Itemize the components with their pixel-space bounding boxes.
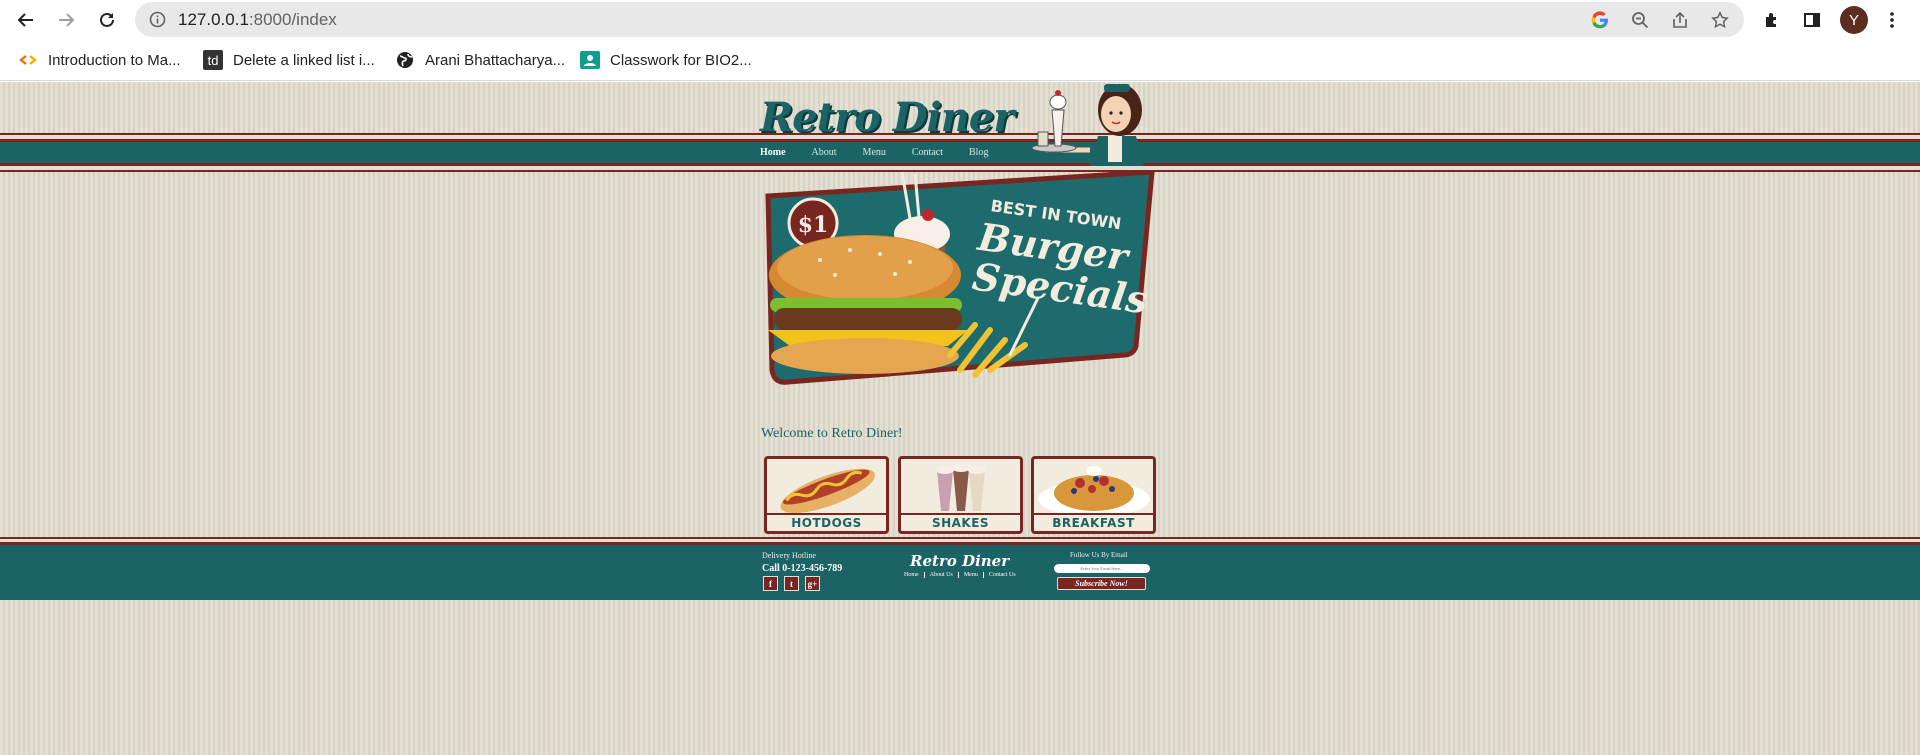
twitter-icon[interactable]: t bbox=[784, 576, 799, 591]
nav-home[interactable]: Home bbox=[760, 147, 786, 158]
bookmark-item[interactable]: td Delete a linked list i... bbox=[203, 49, 375, 71]
profile-avatar[interactable]: Y bbox=[1840, 6, 1868, 34]
reload-icon[interactable] bbox=[95, 8, 119, 32]
zoom-icon[interactable] bbox=[1630, 10, 1650, 30]
tile-label: HOTDOGS bbox=[767, 513, 886, 530]
page-content: Retro Diner Home About Menu Contact Blog… bbox=[0, 82, 1920, 755]
nav-contact[interactable]: Contact bbox=[912, 147, 943, 158]
hero-banner[interactable]: $1 BEST IN TOWN Burger Specials bbox=[760, 170, 1160, 405]
bookmark-item[interactable]: Arani Bhattacharya... bbox=[395, 49, 565, 71]
url-text[interactable]: 127.0.0.1:8000/index bbox=[178, 10, 337, 30]
browser-toolbar: 127.0.0.1:8000/index Y bbox=[0, 0, 1920, 40]
follow-title: Follow Us By Email bbox=[1070, 551, 1128, 559]
bookmark-label: Introduction to Ma... bbox=[48, 51, 181, 69]
site-logo[interactable]: Retro Diner bbox=[760, 94, 1014, 141]
info-icon[interactable] bbox=[149, 11, 166, 28]
footer-link-menu[interactable]: Menu bbox=[957, 572, 983, 578]
nav-about[interactable]: About bbox=[812, 147, 837, 158]
hotline-number: Call 0-123-456-789 bbox=[762, 563, 843, 574]
extensions-icon[interactable] bbox=[1760, 8, 1784, 32]
td-icon: td bbox=[203, 50, 223, 70]
bookmark-item[interactable]: Classwork for BIO2... bbox=[580, 49, 752, 71]
address-bar[interactable]: 127.0.0.1:8000/index bbox=[135, 2, 1744, 37]
footer-link-home[interactable]: Home bbox=[899, 572, 924, 578]
bookmark-label: Arani Bhattacharya... bbox=[425, 51, 566, 69]
url-path: :8000/index bbox=[248, 10, 337, 29]
footer-logo[interactable]: Retro Diner bbox=[910, 552, 1009, 570]
subscribe-button[interactable]: Subscribe Now! bbox=[1057, 577, 1146, 590]
waitress-illustration bbox=[1031, 84, 1144, 166]
tile-hotdogs[interactable]: HOTDOGS bbox=[764, 456, 889, 534]
hotline-title: Delivery Hotline bbox=[762, 551, 816, 560]
nav-menu[interactable]: Menu bbox=[863, 147, 886, 158]
forward-icon[interactable] bbox=[54, 8, 78, 32]
back-icon[interactable] bbox=[14, 8, 38, 32]
site-footer: Delivery Hotline Call 0-123-456-789 f t … bbox=[0, 542, 1920, 600]
google-plus-icon[interactable]: g+ bbox=[805, 576, 820, 591]
shakes-icon bbox=[936, 464, 986, 511]
share-icon[interactable] bbox=[1670, 10, 1690, 30]
bookmark-item[interactable]: Introduction to Ma... bbox=[18, 49, 181, 71]
url-host: 127.0.0.1 bbox=[178, 10, 249, 29]
price-badge: $1 bbox=[798, 212, 829, 238]
bookmarks-bar: Introduction to Ma... td Delete a linked… bbox=[0, 40, 1920, 81]
welcome-text: Welcome to Retro Diner! bbox=[761, 426, 903, 441]
footer-links: Home About Us Menu Contact Us bbox=[899, 572, 1021, 578]
facebook-icon[interactable]: f bbox=[763, 576, 778, 591]
email-field[interactable] bbox=[1054, 564, 1150, 573]
tile-breakfast[interactable]: BREAKFAST bbox=[1031, 456, 1156, 534]
hotdog-icon bbox=[780, 468, 875, 514]
nav-blog[interactable]: Blog bbox=[969, 147, 988, 158]
waffle-icon bbox=[1038, 466, 1150, 517]
tile-shakes[interactable]: SHAKES bbox=[898, 456, 1023, 534]
menu-icon[interactable] bbox=[1880, 8, 1904, 32]
tile-label: BREAKFAST bbox=[1034, 513, 1153, 530]
tile-label: SHAKES bbox=[901, 513, 1020, 530]
google-icon[interactable] bbox=[1590, 10, 1610, 30]
avatar-letter: Y bbox=[1848, 11, 1859, 29]
side-panel-icon[interactable] bbox=[1800, 8, 1824, 32]
burger-icon bbox=[768, 235, 968, 374]
main-nav: Home About Menu Contact Blog bbox=[760, 147, 1014, 158]
star-icon[interactable] bbox=[1710, 10, 1730, 30]
classroom-icon bbox=[580, 50, 600, 70]
footer-link-contact[interactable]: Contact Us bbox=[982, 572, 1021, 578]
bookmark-label: Delete a linked list i... bbox=[233, 51, 375, 69]
colab-icon bbox=[18, 50, 38, 70]
bookmark-label: Classwork for BIO2... bbox=[610, 51, 752, 69]
globe-icon bbox=[395, 50, 415, 70]
footer-link-about[interactable]: About Us bbox=[923, 572, 958, 578]
